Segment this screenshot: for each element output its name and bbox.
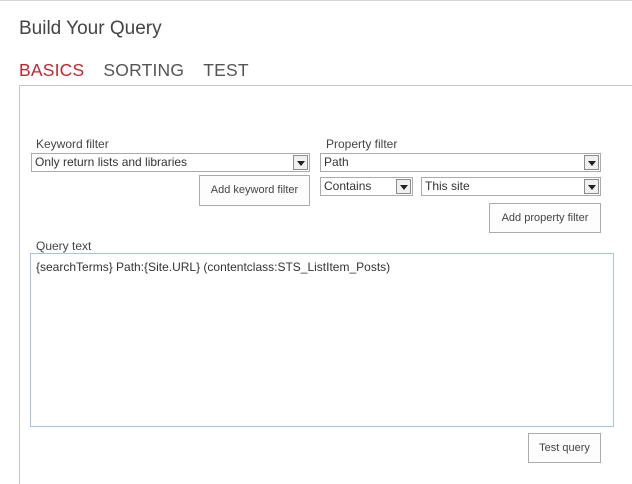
chevron-down-icon[interactable] xyxy=(584,179,599,194)
property-value-value: This site xyxy=(425,179,470,193)
tab-sorting[interactable]: SORTING xyxy=(103,60,184,81)
tab-basics[interactable]: BASICS xyxy=(19,60,84,81)
add-property-filter-button[interactable]: Add property filter xyxy=(489,203,601,233)
property-filter-select[interactable]: Path xyxy=(320,153,601,172)
chevron-down-icon[interactable] xyxy=(293,155,308,170)
query-text-input[interactable]: {searchTerms} Path:{Site.URL} (contentcl… xyxy=(30,253,614,427)
keyword-filter-value: Only return lists and libraries xyxy=(35,155,188,169)
chevron-down-icon[interactable] xyxy=(396,179,411,194)
property-value-select[interactable]: This site xyxy=(421,177,601,196)
keyword-filter-select[interactable]: Only return lists and libraries xyxy=(31,153,310,172)
tab-bar: BASICS SORTING TEST xyxy=(19,60,268,81)
query-builder-dialog: Build Your Query BASICS SORTING TEST Key… xyxy=(0,0,632,484)
page-title: Build Your Query xyxy=(19,18,162,39)
tab-test[interactable]: TEST xyxy=(203,60,249,81)
chevron-down-icon[interactable] xyxy=(584,155,599,170)
query-text-label: Query text xyxy=(36,239,92,253)
property-operator-select[interactable]: Contains xyxy=(320,177,413,196)
property-operator-value: Contains xyxy=(324,179,372,193)
keyword-filter-label: Keyword filter xyxy=(36,137,109,151)
property-filter-value: Path xyxy=(324,155,349,169)
query-text-value: {searchTerms} Path:{Site.URL} (contentcl… xyxy=(36,260,391,274)
add-keyword-filter-button[interactable]: Add keyword filter xyxy=(199,175,310,206)
property-filter-label: Property filter xyxy=(326,137,398,151)
test-query-button[interactable]: Test query xyxy=(528,433,601,463)
